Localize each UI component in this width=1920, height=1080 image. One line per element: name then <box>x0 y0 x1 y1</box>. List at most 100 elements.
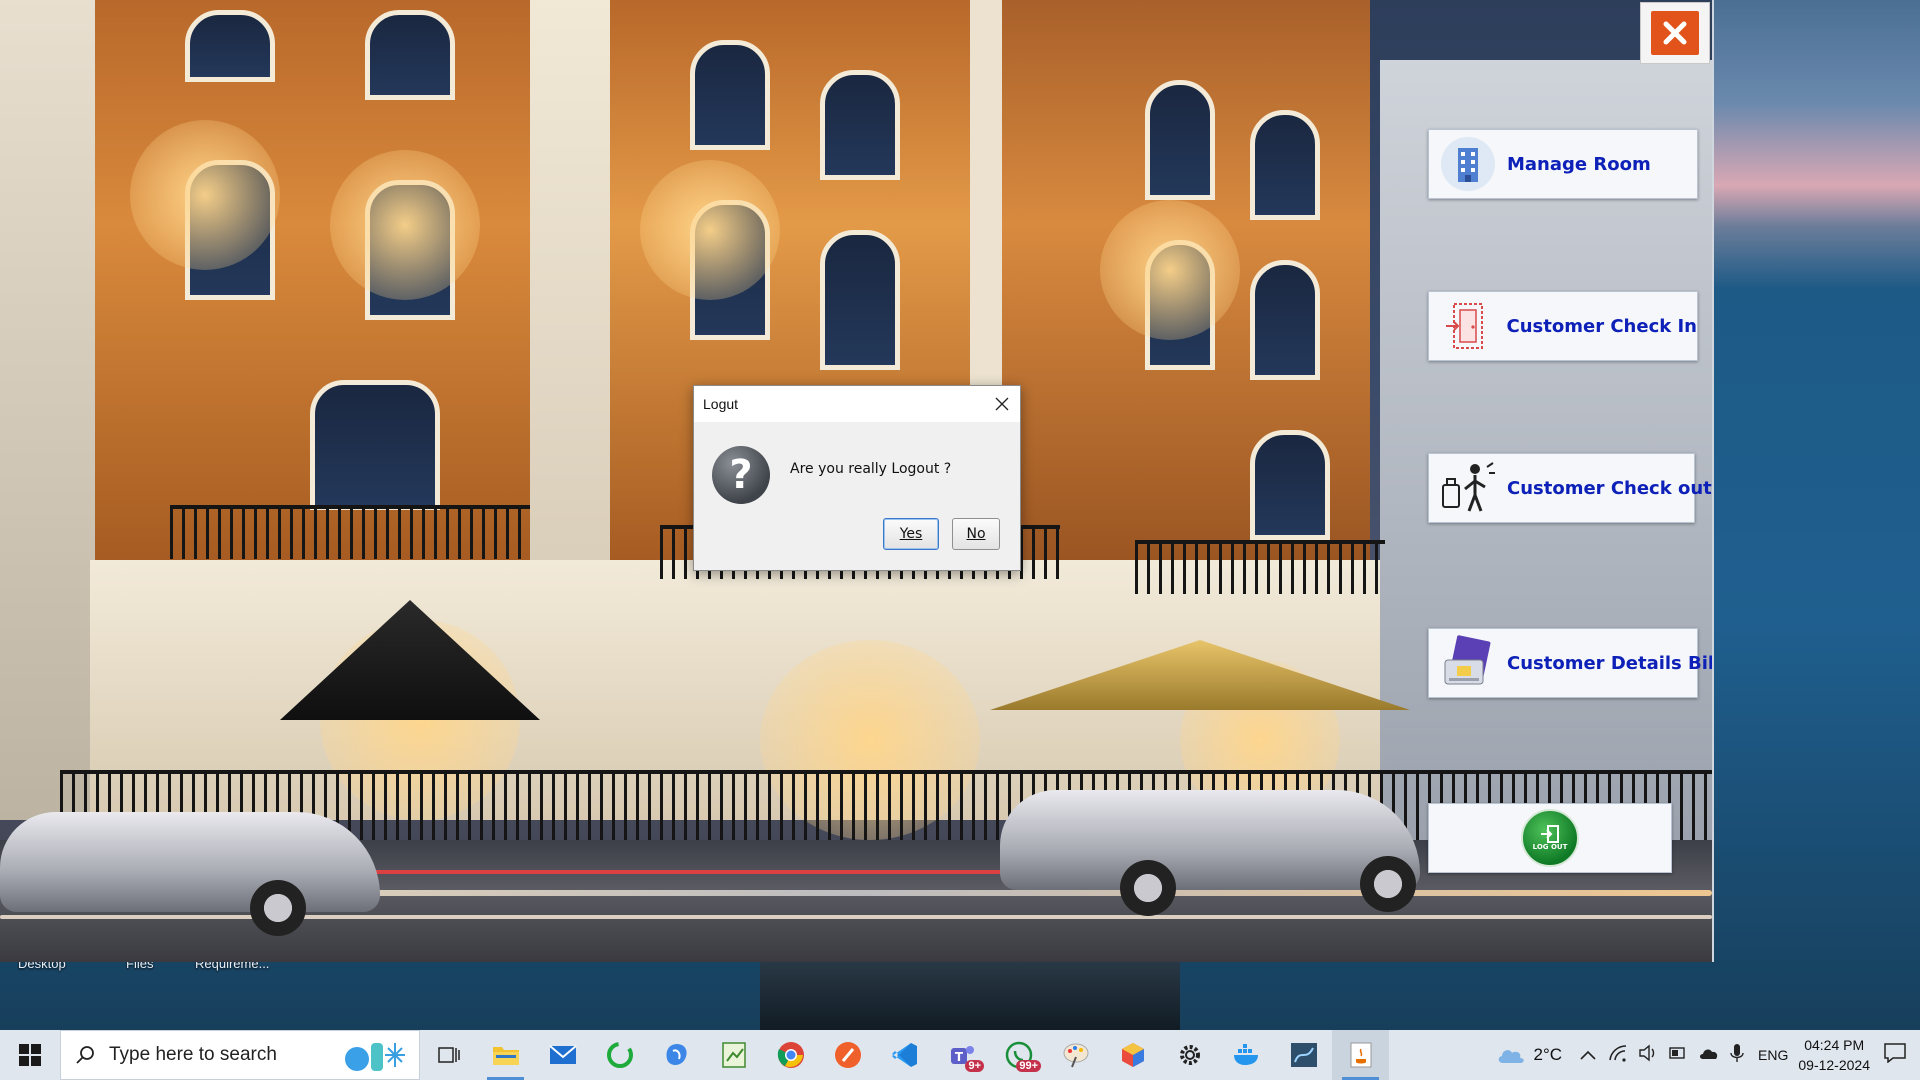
balcony-railing <box>1135 540 1385 594</box>
paint-button[interactable] <box>1047 1030 1104 1080</box>
customer-details-bill-button[interactable]: Customer Details Bill <box>1428 628 1712 698</box>
hotel-window <box>1250 110 1320 220</box>
balcony-railing <box>170 505 530 559</box>
weather-widget[interactable]: 2°C <box>1496 1045 1563 1065</box>
building-icon <box>1439 135 1497 193</box>
blue-app-button[interactable] <box>648 1030 705 1080</box>
chevron-up-icon[interactable] <box>1580 1047 1596 1064</box>
parked-car <box>0 812 380 912</box>
logout-dialog: Logut ? Are you really Logout ? Yes No <box>693 385 1021 571</box>
no-button[interactable]: No <box>952 518 1000 550</box>
cube-app-button[interactable] <box>1104 1030 1161 1080</box>
question-icon: ? <box>712 446 770 504</box>
door-icon <box>1439 297 1497 355</box>
hotel-window <box>690 40 770 150</box>
microphone-icon[interactable] <box>1730 1043 1744 1067</box>
dialog-close-button[interactable] <box>984 386 1020 422</box>
chrome-icon <box>777 1042 804 1068</box>
light-glow <box>330 150 480 300</box>
app-close-button[interactable] <box>1640 2 1710 64</box>
search-icon <box>76 1046 94 1064</box>
docker-button[interactable] <box>1218 1030 1275 1080</box>
onedrive-icon[interactable] <box>1698 1046 1720 1064</box>
language-indicator[interactable]: ENG <box>1758 1047 1788 1063</box>
notification-icon[interactable] <box>1884 1043 1906 1067</box>
java-icon <box>1350 1042 1371 1068</box>
cube-app-icon <box>1121 1043 1144 1067</box>
snowman-icon <box>343 1037 405 1073</box>
yes-button-label: Yes <box>899 526 923 542</box>
sql-app-button[interactable] <box>1275 1030 1332 1080</box>
volume-icon[interactable] <box>1638 1044 1658 1066</box>
manage-room-label: Manage Room <box>1507 153 1651 175</box>
bill-icon <box>1439 634 1497 692</box>
settings-button[interactable] <box>1161 1030 1218 1080</box>
task-view-icon <box>437 1047 460 1063</box>
clock-date: 09-12-2024 <box>1798 1057 1870 1073</box>
manage-room-button[interactable]: Manage Room <box>1428 129 1698 199</box>
paint-icon <box>1063 1043 1088 1068</box>
car-wheel <box>1360 856 1416 912</box>
pen-app-button[interactable] <box>819 1030 876 1080</box>
windows-icon <box>19 1044 41 1066</box>
notepad-app-button[interactable] <box>705 1030 762 1080</box>
search-box[interactable]: Type here to search <box>60 1030 420 1080</box>
java-button[interactable] <box>1332 1030 1389 1080</box>
light-glow <box>1100 200 1240 340</box>
mail-icon <box>548 1045 577 1064</box>
customer-check-out-label: Customer Check out <box>1507 477 1712 499</box>
car-wheel <box>250 880 306 936</box>
pen-app-icon <box>834 1042 861 1068</box>
clock[interactable]: 04:24 PM 09-12-2024 <box>1798 1035 1870 1075</box>
chrome-button[interactable] <box>762 1030 819 1080</box>
dialog-message: Are you really Logout ? <box>790 461 952 477</box>
refresh-app-button[interactable] <box>591 1030 648 1080</box>
search-placeholder: Type here to search <box>109 1044 277 1065</box>
settings-icon <box>1179 1045 1200 1065</box>
customer-check-in-button[interactable]: Customer Check In <box>1428 291 1698 361</box>
logout-button[interactable]: LOG OUT <box>1428 803 1672 873</box>
parked-car <box>1000 790 1420 890</box>
close-icon <box>1651 11 1699 55</box>
yes-button[interactable]: Yes <box>883 518 939 550</box>
file-explorer-icon <box>492 1047 519 1065</box>
hotel-facade <box>0 0 95 820</box>
teams-button[interactable]: T 9+ <box>933 1030 990 1080</box>
hotel-window <box>310 380 440 510</box>
start-button[interactable] <box>0 1030 60 1080</box>
weather-temp: 2°C <box>1533 1045 1563 1064</box>
close-icon <box>995 397 1009 411</box>
battery-icon[interactable] <box>1668 1045 1688 1065</box>
mail-button[interactable] <box>534 1030 591 1080</box>
hotel-window <box>1250 430 1330 540</box>
light-glow <box>640 160 780 300</box>
wallpaper-rocks <box>760 960 1180 1030</box>
logout-icon: LOG OUT <box>1521 809 1579 867</box>
vscode-button[interactable] <box>876 1030 933 1080</box>
whatsapp-badge: 99+ <box>1016 1060 1041 1072</box>
hotel-window <box>1145 80 1215 200</box>
hotel-app-window: Manage Room Customer Check In Customer C… <box>0 0 1714 962</box>
dialog-title: Logut <box>703 396 739 412</box>
system-tray: 2°C ENG 04:24 PM 09-12-2024 <box>1496 1030 1920 1080</box>
task-view-button[interactable] <box>420 1030 477 1080</box>
clock-time: 04:24 PM <box>1804 1037 1865 1053</box>
dialog-title-bar[interactable]: Logut <box>694 386 1020 422</box>
blue-app-icon <box>665 1044 687 1065</box>
hotel-window <box>365 10 455 100</box>
vscode-icon <box>891 1043 917 1067</box>
car-wheel <box>1120 860 1176 916</box>
whatsapp-button[interactable]: 99+ <box>990 1030 1047 1080</box>
hotel-window <box>820 230 900 370</box>
customer-check-in-label: Customer Check In <box>1506 315 1697 337</box>
wifi-icon[interactable] <box>1608 1044 1628 1066</box>
light-glow <box>130 120 280 270</box>
hotel-window <box>1250 260 1320 380</box>
customer-details-bill-label: Customer Details Bill <box>1507 652 1714 674</box>
customer-check-out-button[interactable]: Customer Check out <box>1428 453 1712 523</box>
notepad-app-icon <box>721 1042 746 1068</box>
docker-icon <box>1233 1044 1258 1065</box>
file-explorer-button[interactable] <box>477 1030 534 1080</box>
taskbar: Type here to search T 9+ 99+ 2°C ENG 04:… <box>0 1030 1920 1080</box>
svg-text:T: T <box>954 1050 963 1064</box>
